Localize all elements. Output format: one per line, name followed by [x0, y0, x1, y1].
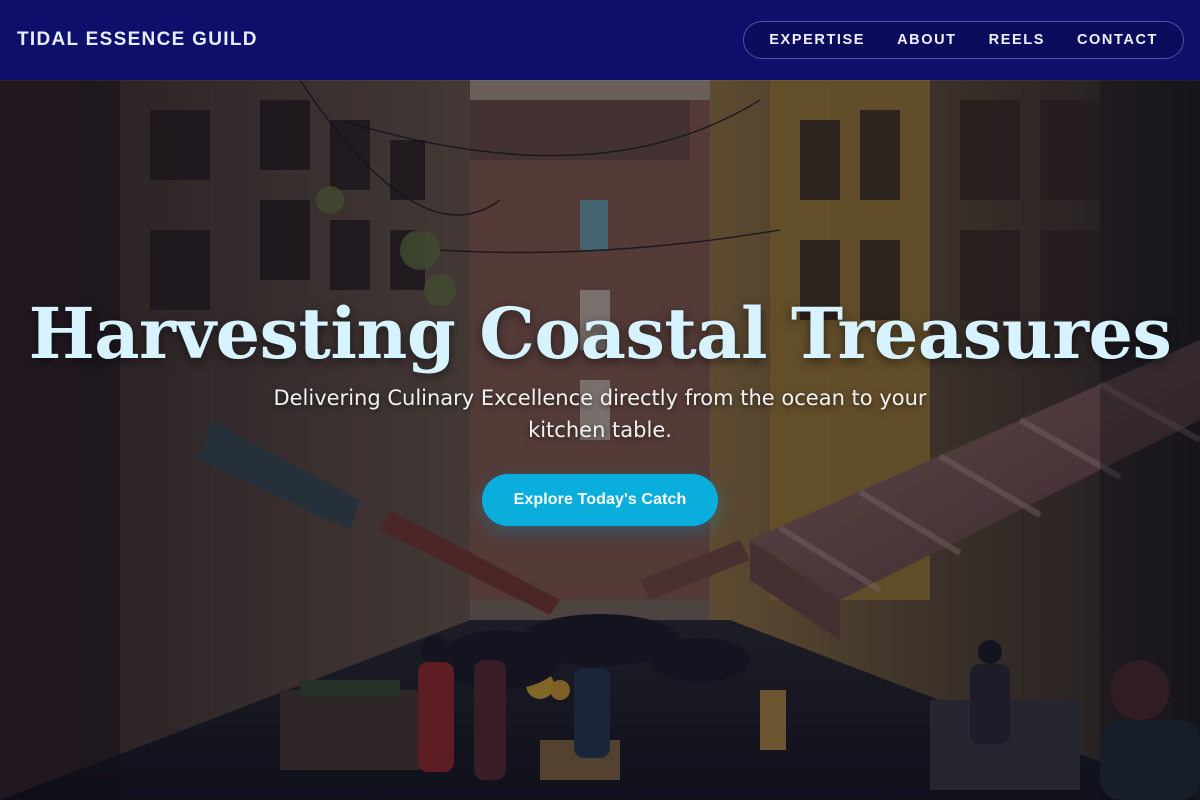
nav-link-reels[interactable]: REELS [973, 22, 1061, 58]
hero-content: Harvesting Coastal Treasures Delivering … [0, 286, 1200, 526]
navbar: TIDAL ESSENCE GUILD EXPERTISE ABOUT REEL… [0, 0, 1200, 80]
brand-logo-text[interactable]: TIDAL ESSENCE GUILD [17, 29, 258, 51]
hero-subheadline: Delivering Culinary Excellence directly … [273, 386, 927, 442]
nav-link-expertise[interactable]: EXPERTISE [753, 22, 881, 58]
hero-headline: Harvesting Coastal Treasures [28, 292, 1172, 375]
explore-catch-button[interactable]: Explore Today's Catch [481, 474, 719, 526]
nav-menu: EXPERTISE ABOUT REELS CONTACT [743, 21, 1184, 59]
nav-link-contact[interactable]: CONTACT [1061, 22, 1174, 58]
nav-link-about[interactable]: ABOUT [881, 22, 973, 58]
